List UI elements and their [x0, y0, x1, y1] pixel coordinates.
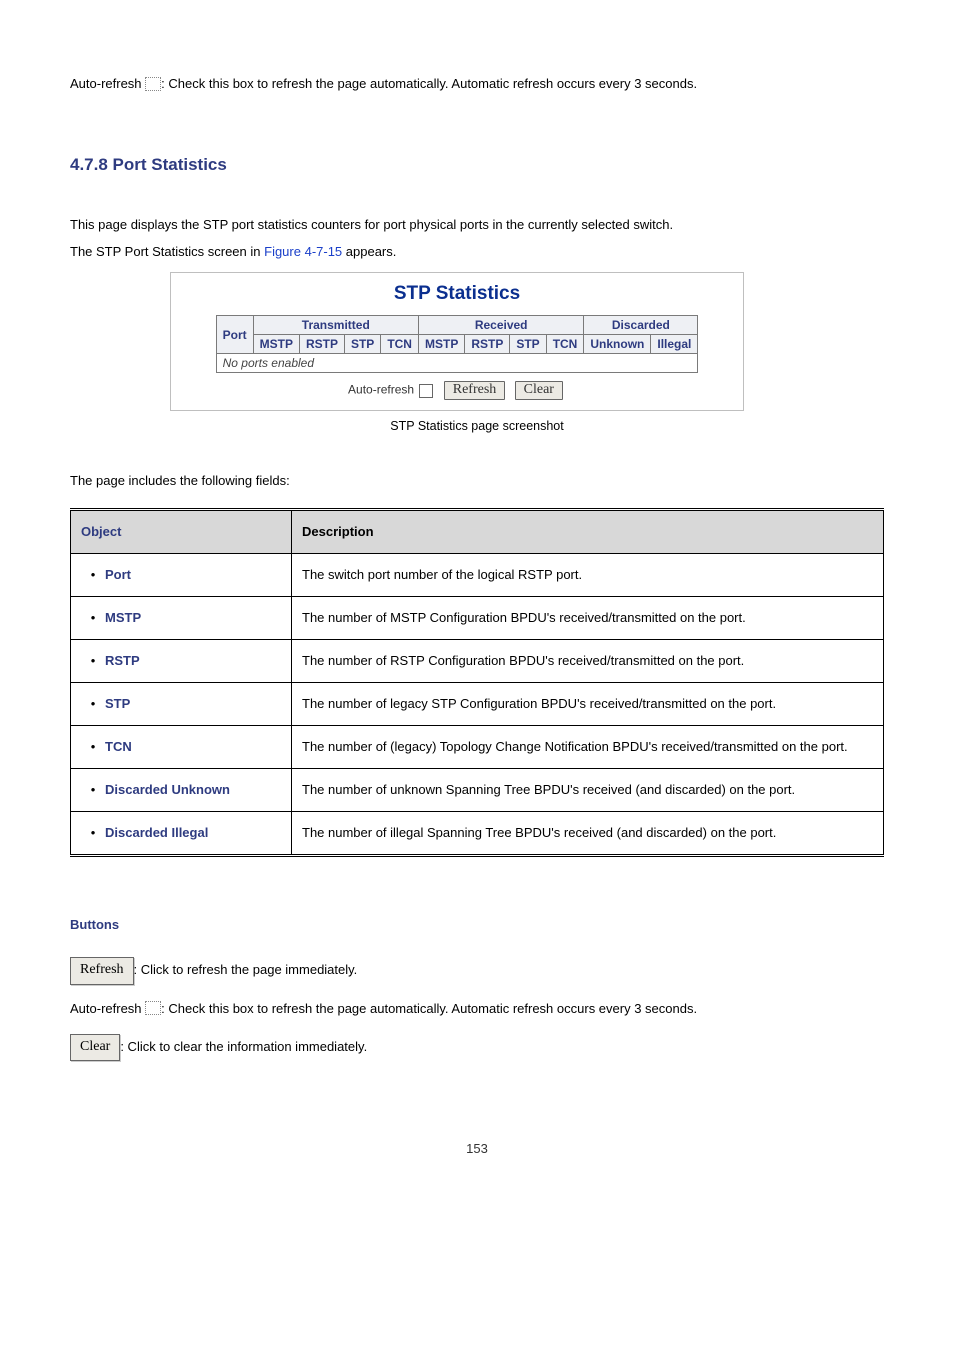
colgroup-received: Received: [418, 316, 583, 335]
autorefresh-text2: Check this box to refresh the page autom…: [168, 1001, 697, 1016]
field-name: Discarded Unknown: [71, 769, 292, 812]
figure-caption: STP Statistics page screenshot: [70, 419, 884, 433]
figure-ref-link[interactable]: Figure 4-7-15: [264, 244, 342, 259]
field-name: MSTP: [71, 597, 292, 640]
fields-header-object: Object: [71, 510, 292, 554]
field-desc: The number of unknown Spanning Tree BPDU…: [292, 769, 884, 812]
intro-line-2: The STP Port Statistics screen in Figure…: [70, 242, 884, 263]
col-tx-stp: STP: [344, 335, 380, 354]
intro-2a: The STP Port Statistics screen in: [70, 244, 264, 259]
col-port: Port: [216, 316, 253, 354]
buttons-heading: Buttons: [70, 917, 884, 932]
field-desc: The number of RSTP Configuration BPDU's …: [292, 640, 884, 683]
col-rx-stp: STP: [510, 335, 546, 354]
field-name: RSTP: [71, 640, 292, 683]
refresh-row: Refresh: Click to refresh the page immed…: [70, 957, 884, 984]
fig-refresh-button[interactable]: Refresh: [444, 381, 506, 400]
stp-table: Port Transmitted Received Discarded MSTP…: [216, 315, 699, 373]
refresh-button[interactable]: Refresh: [70, 957, 134, 984]
field-desc: The number of illegal Spanning Tree BPDU…: [292, 812, 884, 856]
field-desc: The number of MSTP Configuration BPDU's …: [292, 597, 884, 640]
fig-autorefresh-checkbox[interactable]: [419, 384, 433, 398]
no-ports-row: No ports enabled: [216, 354, 698, 373]
col-rx-mstp: MSTP: [418, 335, 464, 354]
autorefresh-label2: Auto-refresh: [70, 1001, 145, 1016]
top-autorefresh-line: Auto-refresh : Check this box to refresh…: [70, 74, 884, 95]
colgroup-transmitted: Transmitted: [253, 316, 418, 335]
fig-clear-button[interactable]: Clear: [515, 381, 563, 400]
table-row: STP The number of legacy STP Configurati…: [71, 683, 884, 726]
col-rx-tcn: TCN: [546, 335, 584, 354]
refresh-text: : Click to refresh the page immediately.: [134, 963, 358, 978]
fig-autorefresh-label: Auto-refresh: [348, 383, 414, 397]
col-tx-rstp: RSTP: [299, 335, 344, 354]
col-disc-unknown: Unknown: [584, 335, 651, 354]
autorefresh-label: Auto-refresh: [70, 76, 145, 91]
table-row: Discarded Unknown The number of unknown …: [71, 769, 884, 812]
fields-table: Object Description Port The switch port …: [70, 508, 884, 857]
table-row: RSTP The number of RSTP Configuration BP…: [71, 640, 884, 683]
field-name: Port: [71, 554, 292, 597]
table-row: TCN The number of (legacy) Topology Chan…: [71, 726, 884, 769]
autorefresh-row: Auto-refresh : Check this box to refresh…: [70, 999, 884, 1020]
table-row: MSTP The number of MSTP Configuration BP…: [71, 597, 884, 640]
figure-controls: Auto-refresh Refresh Clear: [177, 381, 737, 400]
clear-text: : Click to clear the information immedia…: [120, 1039, 367, 1054]
field-desc: The switch port number of the logical RS…: [292, 554, 884, 597]
field-desc: The number of legacy STP Configuration B…: [292, 683, 884, 726]
field-name: STP: [71, 683, 292, 726]
clear-button[interactable]: Clear: [70, 1034, 120, 1061]
col-disc-illegal: Illegal: [651, 335, 698, 354]
field-name: TCN: [71, 726, 292, 769]
fields-header-description: Description: [292, 510, 884, 554]
col-tx-tcn: TCN: [381, 335, 419, 354]
intro-line-1: This page displays the STP port statisti…: [70, 215, 884, 236]
colgroup-discarded: Discarded: [584, 316, 698, 335]
fields-intro: The page includes the following fields:: [70, 473, 884, 488]
table-row: Discarded Illegal The number of illegal …: [71, 812, 884, 856]
section-heading: 4.7.8 Port Statistics: [70, 155, 884, 175]
field-desc: The number of (legacy) Topology Change N…: [292, 726, 884, 769]
figure-screenshot: STP Statistics Port Transmitted Received…: [170, 272, 744, 411]
page-number: 153: [70, 1141, 884, 1156]
table-row: Port The switch port number of the logic…: [71, 554, 884, 597]
field-name: Discarded Illegal: [71, 812, 292, 856]
col-tx-mstp: MSTP: [253, 335, 299, 354]
figure-title: STP Statistics: [177, 283, 737, 305]
autorefresh-text: Check this box to refresh the page autom…: [168, 76, 697, 91]
col-rx-rstp: RSTP: [465, 335, 510, 354]
clear-row: Clear: Click to clear the information im…: [70, 1034, 884, 1061]
intro-2b: appears.: [342, 244, 396, 259]
autorefresh-checkbox-icon: [145, 77, 161, 91]
autorefresh-checkbox-icon-2: [145, 1001, 161, 1015]
